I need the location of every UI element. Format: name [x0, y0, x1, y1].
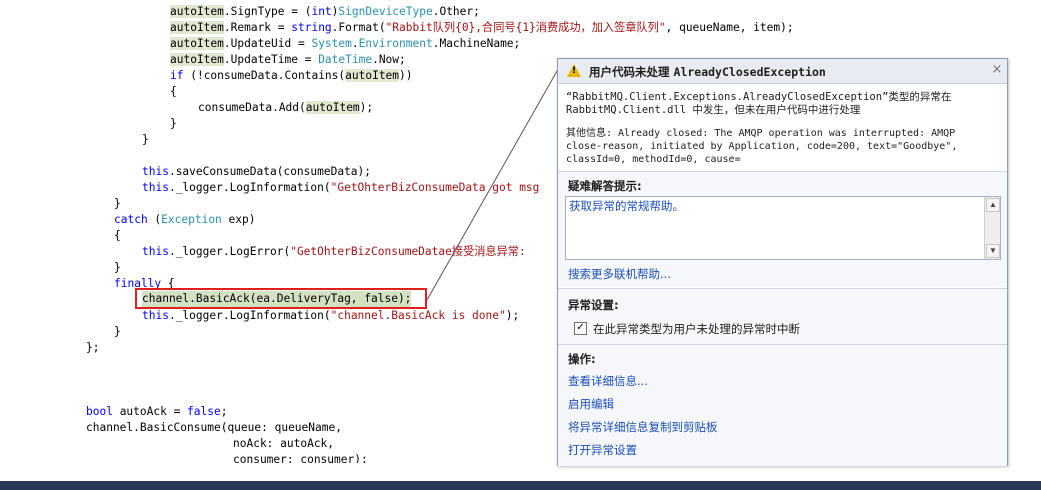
popup-header: ! 用户代码未处理 AlreadyClosedException × [558, 59, 1007, 84]
exception-assistant: ! 用户代码未处理 AlreadyClosedException × “Rabb… [557, 58, 1008, 466]
copy-details-link[interactable]: 将异常详细信息复制到剪贴板 [568, 419, 718, 435]
exception-message: “RabbitMQ.Client.Exceptions.AlreadyClose… [566, 91, 952, 116]
warning-icon: ! [567, 64, 581, 77]
break-checkbox-label: 在此异常类型为用户未处理的异常时中断 [593, 322, 800, 336]
troubleshoot-list[interactable]: 获取异常的常规帮助。 ▲ ▼ [565, 196, 1001, 260]
troubleshoot-tip-link[interactable]: 获取异常的常规帮助。 [569, 198, 684, 214]
actions-heading: 操作: [568, 352, 596, 366]
popup-title: 用户代码未处理 AlreadyClosedException [589, 65, 826, 79]
exception-info: 其他信息: Already closed: The AMQP operation… [566, 128, 958, 165]
search-online-link[interactable]: 搜索更多联机帮助... [568, 266, 671, 282]
view-details-link[interactable]: 查看详细信息... [568, 373, 648, 389]
scroll-down-icon[interactable]: ▼ [986, 244, 1000, 258]
break-checkbox[interactable]: ✓ [574, 322, 587, 335]
open-settings-link[interactable]: 打开异常设置 [568, 442, 637, 458]
status-band [0, 481, 1041, 490]
status-bar [0, 463, 1041, 490]
enable-editing-link[interactable]: 启用编辑 [568, 396, 614, 412]
settings-heading: 异常设置: [568, 298, 619, 312]
close-icon[interactable]: × [991, 63, 1003, 77]
scrollbar[interactable]: ▲ ▼ [984, 197, 1000, 259]
troubleshoot-heading: 疑难解答提示: [568, 179, 642, 193]
scroll-up-icon[interactable]: ▲ [986, 198, 1000, 212]
